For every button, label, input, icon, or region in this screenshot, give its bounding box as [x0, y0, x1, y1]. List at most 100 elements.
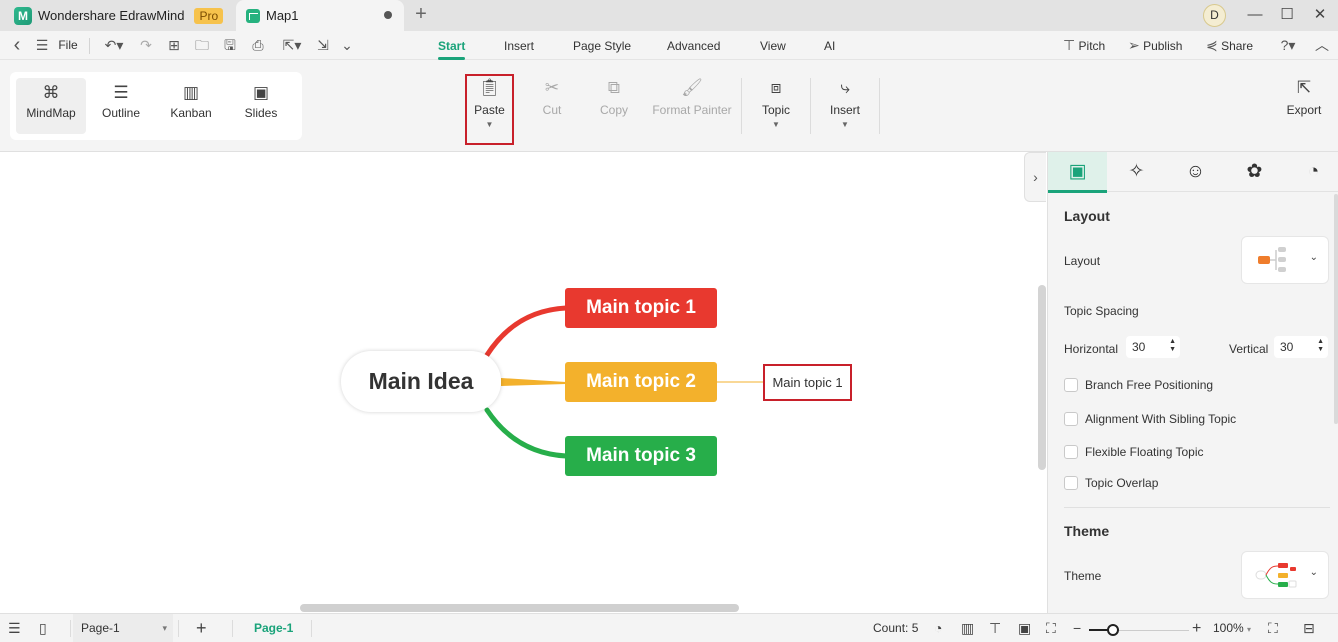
topic-overlap-checkbox[interactable]: Topic Overlap	[1064, 476, 1158, 490]
insert-button[interactable]: ⤷ Insert ▼	[825, 74, 865, 140]
page-tab-active[interactable]: Page-1	[254, 614, 293, 642]
tab-view[interactable]: View	[760, 31, 786, 60]
zoom-in-button[interactable]: +	[1192, 614, 1206, 642]
mindmap-canvas[interactable]: Main Idea Main topic 1 Main topic 2 Main…	[0, 152, 1047, 613]
fit-page-icon[interactable]: ▣	[1018, 614, 1034, 642]
horizontal-spacing-input[interactable]: 30 ▲ ▼	[1126, 336, 1180, 358]
publish-label: Publish	[1143, 39, 1183, 53]
map-view-icon[interactable]: ▥	[961, 614, 977, 642]
checkbox-icon[interactable]	[1064, 378, 1078, 392]
page-select[interactable]: Page-1 ▾	[73, 614, 173, 642]
view-slides-button[interactable]: ▣ Slides	[226, 78, 296, 134]
pro-badge[interactable]: Pro	[194, 7, 224, 24]
export-file-icon[interactable]: ⇱▾	[278, 31, 306, 60]
tab-insert[interactable]: Insert	[504, 31, 534, 60]
format-painter-button[interactable]: 🖌︎ Format Painter	[651, 74, 733, 140]
add-page-button[interactable]: +	[196, 614, 214, 642]
tab-ai[interactable]: AI	[824, 31, 835, 60]
cut-button[interactable]: ✂ Cut	[534, 74, 570, 140]
spinner-arrows-icon[interactable]: ▲ ▼	[1169, 338, 1176, 354]
theme-select[interactable]: ⌄	[1241, 551, 1329, 599]
chevron-down-icon: ▾	[162, 623, 167, 633]
page-view-icon[interactable]: ▯	[39, 614, 57, 642]
insert-dropdown-icon[interactable]: ▼	[825, 118, 865, 132]
horizontal-scrollbar[interactable]	[300, 604, 739, 612]
maximize-button[interactable]: ☐	[1275, 4, 1299, 26]
more-tools-icon[interactable]: ⌄	[340, 31, 354, 60]
zoom-slider-handle[interactable]	[1107, 624, 1119, 636]
topic-dropdown-icon[interactable]: ▼	[756, 118, 796, 132]
tab-advanced[interactable]: Advanced	[667, 31, 720, 60]
unsaved-indicator-icon[interactable]	[384, 11, 392, 19]
tab-page-style[interactable]: Page Style	[573, 31, 631, 60]
new-tab-button[interactable]: +	[410, 3, 432, 27]
fullscreen-icon[interactable]: ⛶	[1268, 614, 1284, 642]
page-select-value: Page-1	[81, 621, 120, 635]
main-topic-3[interactable]: Main topic 3	[565, 436, 717, 476]
open-folder-icon[interactable]: 🗀	[193, 31, 211, 60]
file-menu[interactable]: File	[57, 31, 79, 60]
branch-line-topic-1	[484, 305, 569, 358]
zoom-out-button[interactable]: −	[1073, 614, 1085, 642]
view-outline-button[interactable]: ☰ Outline	[86, 78, 156, 134]
focus-mode-icon[interactable]: ◔	[934, 614, 950, 642]
branch-free-positioning-checkbox[interactable]: Branch Free Positioning	[1064, 378, 1213, 392]
undo-icon[interactable]: ↶▾	[100, 31, 128, 60]
save-icon[interactable]: 🖫	[221, 31, 239, 60]
view-mindmap-button[interactable]: ⌘ MindMap	[16, 78, 86, 134]
subtopic[interactable]: Main topic 1	[763, 364, 852, 401]
app-name: Wondershare EdrawMind	[38, 8, 185, 23]
flexible-floating-topic-checkbox[interactable]: Flexible Floating Topic	[1064, 445, 1204, 459]
fullscreen-fit-icon[interactable]: ⛶	[1046, 614, 1062, 642]
vertical-scrollbar[interactable]	[1038, 285, 1046, 470]
layout-preview-icon	[1258, 247, 1286, 272]
main-topic-2[interactable]: Main topic 2	[565, 362, 717, 402]
close-button[interactable]: ✕	[1308, 4, 1332, 26]
checkbox-icon[interactable]	[1064, 412, 1078, 426]
central-topic[interactable]: Main Idea	[341, 351, 501, 412]
copy-label: Copy	[599, 103, 628, 117]
pitch-button[interactable]: ⊤ Pitch	[1063, 31, 1115, 60]
redo-icon[interactable]: ↷	[138, 31, 154, 60]
user-avatar[interactable]: D	[1203, 4, 1226, 27]
theme-flower-tab-icon[interactable]: ✿	[1225, 152, 1284, 192]
menu-bar: ‹ ☰ File ↶▾ ↷ ⊞ 🗀 🖫 ⎙ ⇱▾ ⇲ ⌄ Start Inser…	[0, 31, 1338, 60]
import-icon[interactable]: ⇲	[314, 31, 332, 60]
new-icon[interactable]: ⊞	[165, 31, 183, 60]
history-clock-tab-icon[interactable]: ◔	[1284, 152, 1338, 192]
collapse-ribbon-icon[interactable]: ︿	[1314, 31, 1330, 60]
main-topic-1[interactable]: Main topic 1	[565, 288, 717, 328]
hamburger-menu-icon[interactable]: ☰	[34, 31, 50, 60]
view-kanban-button[interactable]: ▥ Kanban	[156, 78, 226, 134]
document-tab[interactable]: Map1	[236, 0, 404, 31]
share-button[interactable]: ⋞ Share	[1206, 31, 1264, 60]
app-tab[interactable]: M Wondershare EdrawMind Pro	[0, 0, 224, 31]
fit-width-icon[interactable]: ⊟	[1303, 614, 1319, 642]
topic-button[interactable]: ⧈ Topic ▼	[756, 74, 796, 140]
checkbox-label: Flexible Floating Topic	[1085, 445, 1204, 459]
ai-sparkle-tab-icon[interactable]: ✧	[1107, 152, 1166, 192]
export-button[interactable]: ⇱ Export	[1283, 74, 1325, 140]
checkbox-icon[interactable]	[1064, 476, 1078, 490]
layout-select[interactable]: ⌄	[1241, 236, 1329, 284]
alignment-with-sibling-checkbox[interactable]: Alignment With Sibling Topic	[1064, 412, 1236, 426]
publish-button[interactable]: ➢ Publish	[1128, 31, 1194, 60]
emoji-tab-icon[interactable]: ☺	[1166, 152, 1225, 192]
print-icon[interactable]: ⎙	[249, 31, 267, 60]
panel-scrollbar[interactable]	[1334, 194, 1338, 424]
back-icon[interactable]: ‹	[10, 31, 24, 60]
outline-locate-icon[interactable]: ☰	[8, 614, 26, 642]
copy-button[interactable]: ⧉ Copy	[595, 74, 633, 140]
spinner-arrows-icon[interactable]: ▲ ▼	[1317, 338, 1324, 354]
layout-tab-icon[interactable]: ▣	[1048, 152, 1107, 193]
minimize-button[interactable]: —	[1243, 4, 1267, 26]
share-icon: ⋞	[1206, 37, 1218, 53]
tab-start[interactable]: Start	[438, 31, 466, 60]
edrawmind-logo-icon: M	[14, 6, 32, 25]
expand-panel-button[interactable]: ›	[1024, 152, 1046, 202]
help-icon[interactable]: ?▾	[1274, 31, 1302, 60]
vertical-spacing-input[interactable]: 30 ▲ ▼	[1274, 336, 1328, 358]
presentation-icon[interactable]: ⊤	[989, 614, 1005, 642]
zoom-level-select[interactable]: 100% ▾	[1213, 614, 1253, 642]
checkbox-icon[interactable]	[1064, 445, 1078, 459]
